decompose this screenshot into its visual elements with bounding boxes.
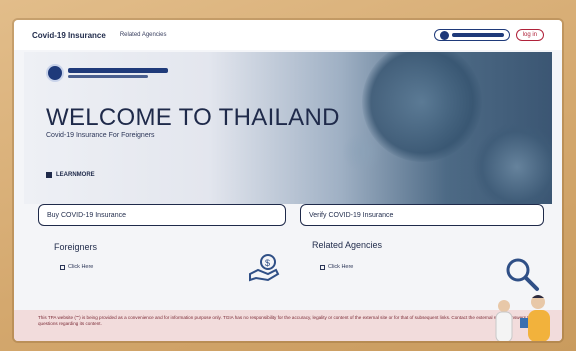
nav-link-related-agencies[interactable]: Related Agencies <box>120 32 167 38</box>
virus-graphic <box>472 122 552 204</box>
svg-text:$: $ <box>265 258 270 268</box>
hand-money-icon: $ <box>249 254 280 282</box>
agencies-click-here[interactable]: Click Here <box>320 264 353 270</box>
hero-title: WELCOME TO THAILAND <box>46 104 340 131</box>
hero-logo <box>46 64 168 82</box>
nav-brand[interactable]: Covid-19 Insurance <box>32 31 106 40</box>
hero-banner: WELCOME TO THAILAND Covid-19 Insurance F… <box>24 52 552 204</box>
buy-insurance-button[interactable]: Buy COVID-19 Insurance <box>38 204 286 226</box>
magnifier-icon <box>506 258 539 291</box>
foreigners-click-here[interactable]: Click Here <box>60 264 93 270</box>
click-label: Click Here <box>328 264 354 270</box>
nav-right: log in <box>433 29 544 41</box>
learn-more-label: LEARNMORE <box>56 172 95 178</box>
foreigners-title: Foreigners <box>54 242 98 252</box>
disclaimer-banner: This TPA website ("") is being provided … <box>14 310 562 341</box>
related-agencies-title: Related Agencies <box>312 240 383 250</box>
logo-seal-icon <box>46 64 64 82</box>
tgia-logo-icon[interactable] <box>433 29 510 41</box>
click-label: Click Here <box>68 264 94 270</box>
learn-more-button[interactable]: LEARNMORE <box>46 172 95 178</box>
logo-line <box>68 75 148 78</box>
hero-subtitle: Covid-19 Insurance For Foreigners <box>46 132 155 139</box>
virus-graphic <box>342 132 382 172</box>
logo-line <box>68 68 168 73</box>
login-button[interactable]: log in <box>515 29 544 41</box>
people-illustration <box>495 295 550 341</box>
photo-frame: Covid-19 Insurance Related Agencies log … <box>0 0 576 351</box>
learn-more-icon <box>46 172 52 178</box>
click-icon <box>60 264 65 270</box>
click-icon <box>320 264 325 270</box>
top-navigation: Covid-19 Insurance Related Agencies log … <box>14 20 562 50</box>
logo-wordmark <box>451 33 504 37</box>
logo-seal <box>439 30 449 40</box>
browser-screen: Covid-19 Insurance Related Agencies log … <box>14 20 562 341</box>
logo-wordmark <box>68 68 168 78</box>
verify-insurance-button[interactable]: Verify COVID-19 Insurance <box>300 204 544 226</box>
